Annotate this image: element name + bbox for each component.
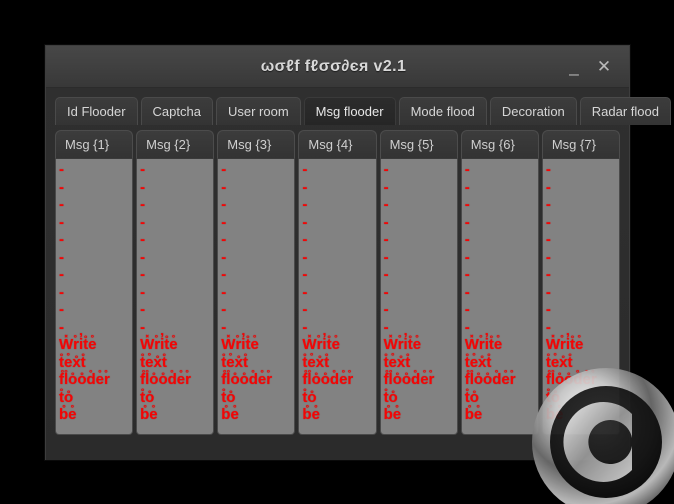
message-textarea[interactable]: - - - - - - - - - - W̽r̊i̓t̊e̊ t̊e̊x̊t̊ …	[541, 159, 620, 435]
message-textarea[interactable]: - - - - - - - - - - W̽r̊i̓t̊e̊ t̊e̊x̊t̊ …	[298, 159, 377, 435]
tab-msg-flooder[interactable]: Msg flooder	[303, 97, 396, 125]
message-textarea[interactable]: - - - - - - - - - - W̽r̊i̓t̊e̊ t̊e̊x̊t̊ …	[460, 159, 539, 435]
tab-id-flooder[interactable]: Id Flooder	[55, 97, 138, 125]
tab-mode-flood[interactable]: Mode flood	[398, 97, 487, 125]
message-text: - - - - - - - - - - W̽r̊i̓t̊e̊ t̊e̊x̊t̊ …	[545, 161, 597, 423]
tab-radar-flood[interactable]: Radar flood	[579, 97, 671, 125]
tab-strip: Id Flooder Captcha User room Msg flooder Mod…	[55, 96, 671, 125]
message-text: - - - - - - - - - - W̽r̊i̓t̊e̊ t̊e̊x̊t̊ …	[383, 161, 435, 423]
message-column: Msg {2} - - - - - - - - - - W̽r̊i̓t̊e̊ t̊…	[136, 130, 215, 435]
message-column: Msg {3} - - - - - - - - - - W̽r̊i̓t̊e̊ t̊…	[217, 130, 296, 435]
message-textarea[interactable]: - - - - - - - - - - W̽r̊i̓t̊e̊ t̊e̊x̊t̊ …	[136, 159, 215, 435]
window-title-bar[interactable]: ωσℓf fℓσσ∂єя v2.1 _ ✕	[46, 46, 629, 88]
message-column: Msg {7} - - - - - - - - - - W̽r̊i̓t̊e̊ t̊…	[541, 130, 620, 435]
message-column-header[interactable]: Msg {7}	[541, 130, 620, 159]
message-column-header[interactable]: Msg {3}	[217, 130, 296, 159]
message-column-header[interactable]: Msg {6}	[460, 130, 539, 159]
tab-captcha[interactable]: Captcha	[140, 97, 213, 125]
desktop-background: ωσℓf fℓσσ∂єя v2.1 _ ✕ Id Flooder Captcha U…	[0, 0, 674, 504]
message-column: Msg {1} - - - - - - - - - - W̽r̊i̓t̊e̊ t̊…	[55, 130, 134, 435]
message-text: - - - - - - - - - - W̽r̊i̓t̊e̊ t̊e̊x̊t̊ …	[140, 161, 191, 423]
message-column-header[interactable]: Msg {4}	[298, 130, 377, 159]
close-button[interactable]: ✕	[591, 54, 617, 80]
message-textarea[interactable]: - - - - - - - - - - W̽r̊i̓t̊e̊ t̊e̊x̊t̊ …	[379, 159, 458, 435]
tab-user-room[interactable]: User room	[215, 97, 301, 125]
message-column-header[interactable]: Msg {2}	[136, 130, 215, 159]
window-title: ωσℓf fℓσσ∂єя v2.1	[260, 57, 407, 75]
message-text: - - - - - - - - - - W̽r̊i̓t̊e̊ t̊e̊x̊t̊ …	[221, 161, 273, 423]
window-body: Id Flooder Captcha User room Msg flooder Mod…	[46, 88, 671, 460]
message-textarea[interactable]: - - - - - - - - - - W̽r̊i̓t̊e̊ t̊e̊x̊t̊ …	[55, 159, 134, 435]
application-window: ωσℓf fℓσσ∂єя v2.1 _ ✕ Id Flooder Captcha U…	[45, 45, 671, 460]
message-column: Msg {6} - - - - - - - - - - W̽r̊i̓t̊e̊ t̊…	[460, 130, 539, 435]
message-columns: Msg {1} - - - - - - - - - - W̽r̊i̓t̊e̊ t̊…	[55, 130, 620, 435]
message-column: Msg {5} - - - - - - - - - - W̽r̊i̓t̊e̊ t̊…	[379, 130, 458, 435]
message-column: Msg {4} - - - - - - - - - - W̽r̊i̓t̊e̊ t̊…	[298, 130, 377, 435]
message-text: - - - - - - - - - - W̽r̊i̓t̊e̊ t̊e̊x̊t̊ …	[59, 161, 110, 423]
message-column-header[interactable]: Msg {5}	[379, 130, 458, 159]
message-text: - - - - - - - - - - W̽r̊i̓t̊e̊ t̊e̊x̊t̊ …	[302, 161, 354, 423]
message-column-header[interactable]: Msg {1}	[55, 130, 134, 159]
tab-decoration[interactable]: Decoration	[489, 97, 577, 125]
message-textarea[interactable]: - - - - - - - - - - W̽r̊i̓t̊e̊ t̊e̊x̊t̊ …	[217, 159, 296, 435]
minimize-button[interactable]: _	[561, 54, 587, 80]
message-text: - - - - - - - - - - W̽r̊i̓t̊e̊ t̊e̊x̊t̊ …	[464, 161, 516, 423]
